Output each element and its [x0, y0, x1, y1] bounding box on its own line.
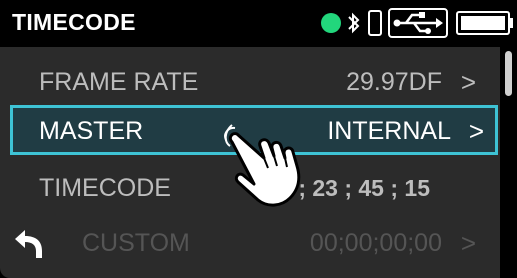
menu-item-value: 29.97DF	[346, 68, 442, 96]
menu-item-value: 00;00;00;00	[309, 229, 442, 257]
chevron-right-icon: >	[460, 67, 476, 97]
chevron-right-icon: >	[468, 116, 484, 146]
menu-item-label: MASTER	[39, 117, 144, 145]
bluetooth-icon	[348, 12, 360, 34]
scrollbar-thumb[interactable]	[505, 51, 512, 96]
menu-item-label: TIMECODE	[39, 174, 171, 202]
usb-icon	[388, 8, 448, 38]
menu-item-label: FRAME RATE	[39, 68, 199, 96]
chevron-right-icon: >	[460, 228, 476, 258]
header-title: TIMECODE	[12, 9, 136, 35]
phone-icon	[368, 10, 382, 36]
battery-icon	[456, 11, 513, 35]
header-bar: TIMECODE	[0, 0, 517, 46]
back-arrow-icon[interactable]	[10, 227, 48, 259]
menu-item-label: CUSTOM	[82, 229, 190, 257]
menu-item-value: INTERNAL	[327, 117, 451, 145]
menu-item-frame-rate[interactable]: FRAME RATE 29.97DF >	[0, 56, 500, 110]
screen: TIMECODE FRAME RATE 29.97DF > MASTER INT…	[0, 0, 517, 278]
menu-item-custom: CUSTOM 00;00;00;00 >	[0, 217, 500, 271]
status-indicator-icon	[321, 13, 341, 33]
tap-hand-icon	[224, 124, 301, 207]
scrollbar[interactable]	[502, 47, 517, 278]
